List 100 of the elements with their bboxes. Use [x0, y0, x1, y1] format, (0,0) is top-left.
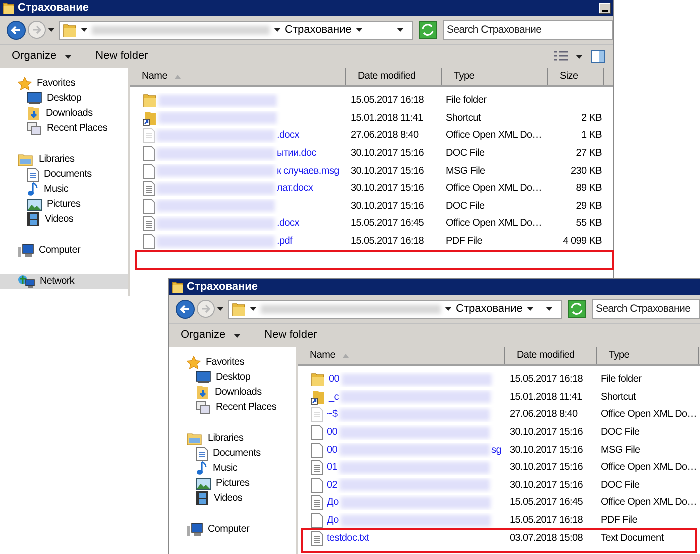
breadcrumb-caret-icon — [445, 307, 452, 311]
date-modified: 15.05.2017 16:18 — [350, 94, 426, 108]
file-type: DOC File — [600, 478, 641, 493]
toolbar-button[interactable]: New folder — [264, 327, 318, 344]
sidebar-item[interactable]: Downloads — [0, 106, 128, 121]
column-header[interactable]: Date modified — [346, 68, 442, 85]
sidebar-item[interactable]: Computer — [169, 522, 296, 537]
file-type: PDF File — [445, 235, 484, 250]
file-name[interactable]: 00 — [329, 372, 340, 388]
sidebar-item[interactable]: Favorites — [169, 355, 296, 370]
dropdown-caret-icon — [546, 307, 553, 311]
date-modified: 03.07.2018 15:08 — [509, 532, 584, 546]
star-icon — [18, 76, 32, 90]
computer-icon — [187, 522, 203, 536]
sidebar-item[interactable]: Libraries — [169, 431, 296, 446]
file-name[interactable]: 02 — [327, 478, 338, 493]
date-modified: 15.01.2018 11:41 — [350, 112, 424, 126]
address-crumb[interactable]: Страхование — [456, 300, 523, 318]
sidebar-item[interactable]: Pictures — [0, 197, 128, 212]
file-type: Office Open XML Do… — [600, 408, 698, 422]
monitor-icon — [196, 371, 211, 384]
sidebar-item[interactable]: Videos — [169, 491, 296, 506]
file-name[interactable]: к случаев.msg — [277, 164, 340, 179]
breadcrumb-caret-icon — [250, 307, 257, 311]
film-icon — [196, 491, 209, 506]
window-title: Страхование — [187, 282, 258, 292]
libraries-icon — [187, 432, 203, 446]
file-name[interactable]: sg — [492, 442, 502, 458]
file-name[interactable]: 01 — [327, 460, 338, 476]
file-name[interactable]: testdoc.txt — [327, 530, 370, 546]
file-size: 2 KB — [580, 112, 603, 126]
caret-icon — [64, 54, 72, 58]
file-name[interactable]: _c — [329, 390, 339, 405]
recent-places-icon — [196, 400, 211, 414]
file-size: 29 KB — [575, 200, 603, 214]
file-name[interactable]: 00 — [327, 442, 338, 458]
toolbar-button[interactable]: Organize — [12, 48, 72, 65]
column-header[interactable]: Size — [548, 68, 604, 85]
recent-places-icon — [27, 122, 42, 136]
toolbar-button[interactable]: Organize — [181, 327, 241, 344]
toolbar-button[interactable]: New folder — [96, 48, 148, 65]
sidebar-item[interactable]: Recent Places — [169, 400, 296, 415]
date-modified: 15.05.2017 16:18 — [509, 514, 584, 528]
sidebar-item[interactable]: Downloads — [169, 385, 296, 400]
back-button[interactable] — [176, 300, 195, 318]
column-header[interactable]: Name — [298, 347, 505, 364]
column-header[interactable]: Type — [442, 68, 548, 85]
sidebar-item[interactable]: Videos — [0, 212, 128, 227]
search-field[interactable]: Search Страхование — [443, 20, 613, 40]
file-name[interactable]: 00 — [327, 425, 338, 440]
sidebar-item[interactable]: Music — [0, 182, 128, 197]
minimize-button[interactable] — [599, 2, 611, 14]
sidebar-item[interactable]: Favorites — [0, 76, 128, 91]
file-name[interactable]: До — [327, 495, 339, 510]
music-note-icon — [27, 182, 39, 197]
dropdown-caret-icon — [397, 28, 404, 32]
folder-icon — [3, 2, 15, 14]
search-field[interactable]: Search Страхование — [592, 299, 700, 319]
column-header[interactable]: Date modified — [505, 347, 597, 364]
file-name[interactable]: ~$ — [327, 407, 338, 422]
file-name[interactable]: лат.docx — [277, 181, 314, 196]
address-field[interactable]: Страхование — [59, 20, 413, 40]
refresh-button[interactable] — [568, 300, 586, 318]
column-header[interactable]: Name — [130, 68, 346, 85]
caret-icon — [576, 54, 583, 58]
sidebar-item[interactable]: Documents — [169, 446, 296, 461]
preview-pane-icon[interactable] — [591, 50, 605, 63]
address-field[interactable]: Страхование — [228, 300, 562, 318]
back-button[interactable] — [7, 20, 26, 40]
sort-arrow-icon — [175, 74, 182, 78]
folder-icon — [143, 93, 157, 108]
file-type: DOC File — [445, 147, 486, 162]
sidebar-item[interactable]: Desktop — [0, 91, 128, 106]
sidebar-item[interactable]: Desktop — [169, 370, 296, 385]
sidebar-item[interactable]: Network — [0, 274, 128, 289]
file-name[interactable]: .pdf — [277, 234, 292, 250]
breadcrumb-caret-icon — [274, 28, 281, 32]
file-name[interactable]: До — [327, 513, 339, 528]
view-list-icon[interactable] — [554, 51, 568, 62]
libraries-icon — [18, 152, 34, 166]
caret-icon — [234, 334, 241, 338]
sidebar-item[interactable]: Recent Places — [0, 121, 128, 136]
history-caret-icon — [217, 307, 224, 311]
file-name[interactable]: .docx — [277, 216, 300, 232]
sidebar-item[interactable]: Libraries — [0, 152, 128, 167]
document-icon — [196, 446, 208, 460]
sidebar-item[interactable]: Documents — [0, 167, 128, 182]
column-header[interactable]: Type — [597, 347, 699, 364]
sidebar-item[interactable]: Computer — [0, 243, 128, 258]
sidebar-item[interactable]: Music — [169, 461, 296, 476]
file-name[interactable]: ытии.doc — [277, 146, 316, 162]
faded-document-icon — [311, 407, 323, 422]
address-crumb[interactable]: Страхование — [285, 22, 352, 38]
date-modified: 15.05.2017 16:18 — [350, 235, 426, 250]
file-name[interactable]: .docx — [277, 128, 300, 144]
sidebar-item[interactable]: Pictures — [169, 476, 296, 491]
refresh-button[interactable] — [419, 21, 437, 39]
text-document-icon — [311, 460, 323, 476]
file-size: 27 KB — [575, 147, 603, 162]
file-size: 89 KB — [575, 182, 603, 196]
